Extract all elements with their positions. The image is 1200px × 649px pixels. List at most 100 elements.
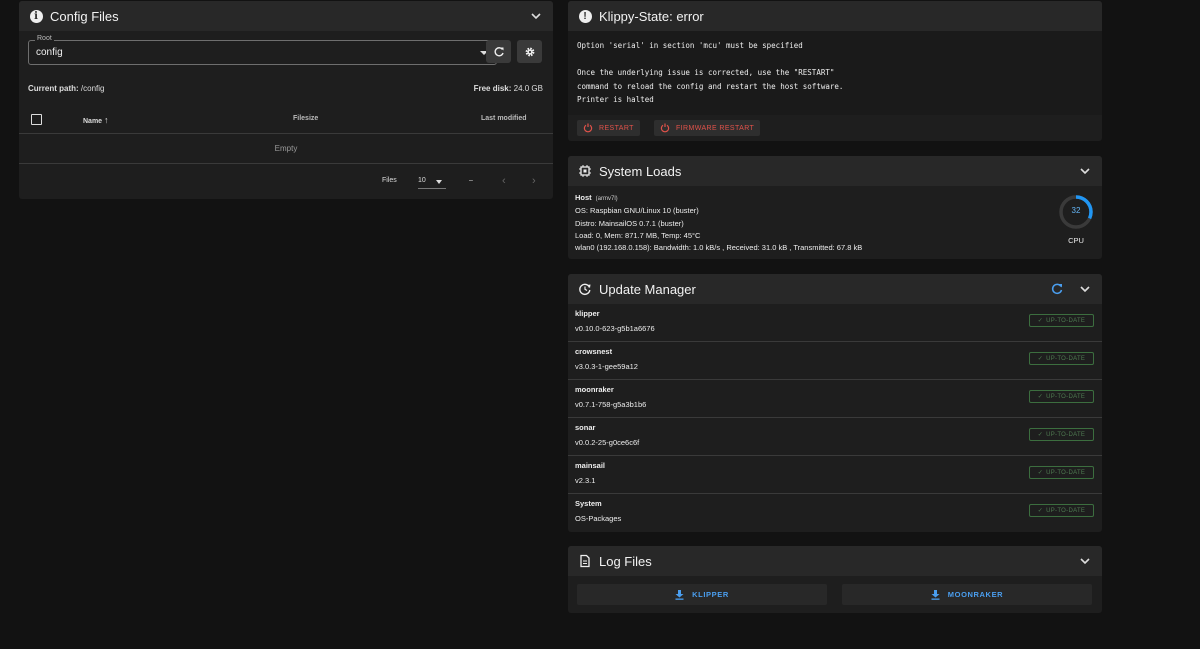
free-disk: Free disk: 24.0 GB	[474, 84, 543, 93]
restart-button[interactable]: RESTART	[577, 120, 640, 136]
klipper-log-label: KLIPPER	[692, 590, 729, 599]
download-icon	[931, 589, 940, 600]
select-all-checkbox[interactable]	[31, 114, 42, 125]
files-per-page-select[interactable]: 10	[418, 177, 426, 184]
update-item-version: v0.7.1-758-g5a3b1b6	[575, 400, 647, 409]
empty-state: Empty	[19, 134, 553, 164]
up-to-date-badge[interactable]: ✓ UP-TO-DATE	[1029, 352, 1094, 365]
host-arch: (armv7l)	[595, 196, 618, 202]
update-item: moonraker v0.7.1-758-g5a3b1b6 ✓ UP-TO-DATE	[568, 380, 1102, 418]
firmware-restart-label: FIRMWARE RESTART	[676, 124, 755, 132]
info-icon: i	[29, 9, 43, 23]
check-icon: ✓	[1037, 356, 1044, 362]
system-loads-panel: System Loads Host (armv7l) OS: Raspbian G…	[568, 156, 1102, 259]
file-document-icon	[580, 554, 590, 568]
restart-icon	[583, 123, 593, 133]
up-to-date-badge[interactable]: ✓ UP-TO-DATE	[1029, 466, 1094, 479]
chevron-left-icon[interactable]: ‹	[502, 175, 506, 187]
column-filesize[interactable]: Filesize	[293, 115, 318, 122]
caret-down-icon	[436, 180, 442, 184]
restart-label: RESTART	[599, 124, 634, 132]
update-item-version: v2.3.1	[575, 476, 596, 485]
table-header: Name ↑ Filesize Last modified	[19, 107, 553, 134]
root-select[interactable]: Root config	[28, 35, 497, 65]
update-item-name: System	[575, 499, 602, 508]
update-item-status: UP-TO-DATE	[1046, 393, 1086, 400]
klippy-state-title: Klippy-State: error	[599, 8, 704, 24]
config-files-title: Config Files	[50, 8, 119, 24]
host-info: Host (armv7l) OS: Raspbian GNU/Linux 10 (…	[575, 192, 862, 254]
update-item-status: UP-TO-DATE	[1046, 469, 1086, 476]
restart-icon	[660, 123, 670, 133]
update-item-status: UP-TO-DATE	[1046, 355, 1086, 362]
cpu-label: CPU	[1068, 236, 1084, 245]
update-item-version: v0.0.2-25-g0ce6c6f	[575, 438, 640, 447]
klippy-state-header: ! Klippy-State: error	[568, 1, 1102, 31]
klippy-error-message: Option 'serial' in section 'mcu' must be…	[568, 31, 1102, 115]
log-files-panel: Log Files KLIPPER MOONRAKER	[568, 546, 1102, 613]
chevron-down-icon[interactable]	[1078, 554, 1092, 568]
refresh-icon	[494, 46, 504, 56]
network-line: wlan0 (192.168.0.158): Bandwidth: 1.0 kB…	[575, 243, 863, 253]
alert-icon: !	[578, 9, 592, 23]
update-item-version: v0.10.0-623-g5b1a6676	[575, 324, 655, 333]
page-range: –	[469, 177, 473, 184]
refresh-button[interactable]	[486, 40, 511, 63]
update-clock-icon	[579, 283, 591, 296]
check-icon: ✓	[1037, 470, 1044, 476]
refresh-icon[interactable]	[1050, 282, 1064, 296]
settings-button[interactable]	[517, 40, 542, 63]
files-per-page-label: Files	[382, 177, 397, 184]
download-moonraker-log-button[interactable]: MOONRAKER	[842, 584, 1092, 605]
host-label: Host	[575, 193, 592, 202]
system-loads-title: System Loads	[599, 163, 682, 179]
chevron-down-icon[interactable]	[1078, 164, 1092, 178]
log-files-header[interactable]: Log Files	[568, 546, 1102, 576]
current-path-label: Current path:	[28, 84, 79, 93]
update-item-version: v3.0.3-1-gee59a12	[575, 362, 638, 371]
table-footer: Files 10 – ‹ ›	[19, 169, 553, 193]
select-underline	[418, 188, 446, 189]
update-item: System OS-Packages ✓ UP-TO-DATE	[568, 494, 1102, 532]
update-item-status: UP-TO-DATE	[1046, 431, 1086, 438]
load-line: Load: 0, Mem: 871.7 MB, Temp: 45°C	[575, 230, 701, 240]
update-item-name: crowsnest	[575, 347, 613, 356]
distro-line: Distro: MainsailOS 0.7.1 (buster)	[575, 218, 684, 228]
update-manager-title: Update Manager	[599, 281, 696, 297]
column-last-modified[interactable]: Last modified	[481, 115, 527, 122]
klippy-state-panel: ! Klippy-State: error Option 'serial' in…	[568, 1, 1102, 141]
up-to-date-badge[interactable]: ✓ UP-TO-DATE	[1029, 314, 1094, 327]
config-files-panel: i Config Files Root config Current path:…	[19, 1, 553, 199]
update-item-status: UP-TO-DATE	[1046, 317, 1086, 324]
current-path-value: /config	[80, 84, 105, 93]
path-row: Current path: /config Free disk: 24.0 GB	[28, 84, 543, 93]
moonraker-log-label: MOONRAKER	[947, 590, 1004, 599]
up-to-date-badge[interactable]: ✓ UP-TO-DATE	[1029, 428, 1094, 441]
update-item-name: sonar	[575, 423, 596, 432]
update-item: sonar v0.0.2-25-g0ce6c6f ✓ UP-TO-DATE	[568, 418, 1102, 456]
download-klipper-log-button[interactable]: KLIPPER	[577, 584, 827, 605]
download-icon	[675, 589, 684, 600]
arrow-up-icon: ↑	[104, 115, 109, 125]
up-to-date-badge[interactable]: ✓ UP-TO-DATE	[1029, 390, 1094, 403]
column-name[interactable]: Name ↑	[83, 115, 109, 125]
up-to-date-badge[interactable]: ✓ UP-TO-DATE	[1029, 504, 1094, 517]
free-disk-value: 24.0 GB	[513, 84, 543, 93]
config-files-header[interactable]: i Config Files	[19, 1, 553, 31]
check-icon: ✓	[1037, 318, 1044, 324]
chevron-down-icon[interactable]	[1078, 282, 1092, 296]
chevron-right-icon[interactable]: ›	[532, 175, 536, 187]
update-item-version: OS-Packages	[575, 514, 622, 523]
update-manager-panel: Update Manager klipper v0.10.0-623-g5b1a6…	[568, 274, 1102, 532]
chevron-down-icon[interactable]	[529, 9, 543, 23]
system-loads-header[interactable]: System Loads	[568, 156, 1102, 186]
firmware-restart-button[interactable]: FIRMWARE RESTART	[654, 120, 761, 136]
check-icon: ✓	[1037, 394, 1044, 400]
update-manager-header[interactable]: Update Manager	[568, 274, 1102, 304]
update-item-name: mainsail	[575, 461, 606, 470]
update-item: mainsail v2.3.1 ✓ UP-TO-DATE	[568, 456, 1102, 494]
update-item: crowsnest v3.0.3-1-gee59a12 ✓ UP-TO-DATE	[568, 342, 1102, 380]
root-value: config	[36, 47, 63, 58]
column-name-label: Name	[83, 118, 103, 125]
check-icon: ✓	[1037, 508, 1044, 514]
